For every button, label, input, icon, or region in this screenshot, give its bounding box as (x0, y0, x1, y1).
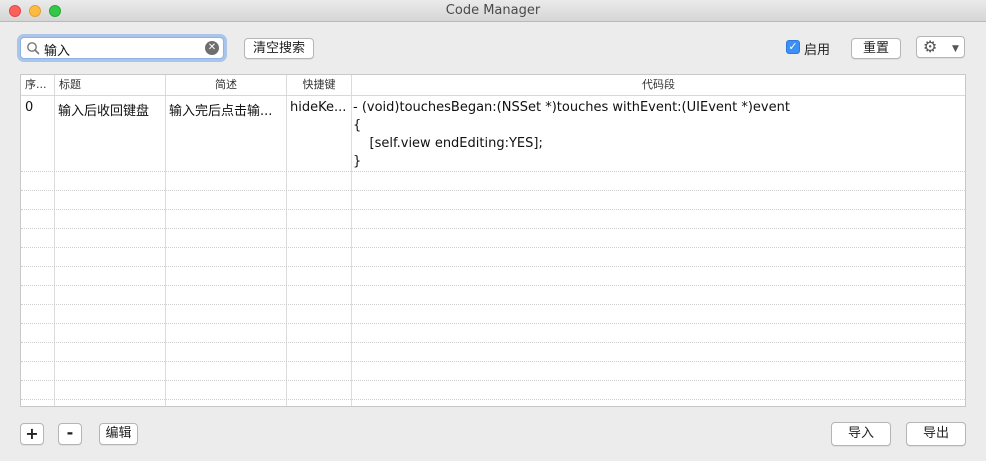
title-bar: Code Manager (0, 0, 986, 22)
chevron-down-icon: ▼ (952, 44, 959, 54)
edit-button[interactable]: 编辑 (99, 423, 138, 445)
row-separator (21, 342, 965, 343)
search-field[interactable]: 输入 ✕ (20, 37, 224, 59)
row-code-line: } (353, 154, 362, 169)
row-code-line: [self.view endEditing:YES]; (353, 136, 543, 151)
snippet-table[interactable]: 序... 标题 简述 快捷键 代码段 0 输入后收回键盘 输入完后点击输... … (20, 74, 966, 407)
row-separator (21, 304, 965, 305)
row-separator (21, 323, 965, 324)
column-divider (54, 96, 55, 406)
row-summary: 输入完后点击输... (169, 104, 273, 119)
row-separator (21, 380, 965, 381)
row-separator (21, 209, 965, 210)
import-button[interactable]: 导入 (831, 422, 891, 446)
row-title: 输入后收回键盘 (58, 104, 150, 119)
column-divider (286, 96, 287, 406)
clear-search-button[interactable]: 清空搜索 (244, 38, 314, 59)
export-button[interactable]: 导出 (906, 422, 966, 446)
settings-menu-button[interactable]: ⚙ ▼ (916, 36, 965, 58)
remove-button[interactable]: - (58, 423, 82, 445)
column-header-title[interactable]: 标题 (55, 75, 166, 95)
search-input[interactable]: 输入 (44, 40, 70, 59)
column-header-code[interactable]: 代码段 (352, 75, 965, 95)
row-index: 0 (25, 100, 34, 115)
column-divider (351, 96, 352, 406)
row-separator (21, 266, 965, 267)
column-header-summary[interactable]: 简述 (166, 75, 287, 95)
row-separator (21, 361, 965, 362)
row-code-line: - (void)touchesBegan:(NSSet *)touches wi… (353, 100, 790, 115)
column-header-shortcut[interactable]: 快捷键 (287, 75, 352, 95)
row-separator (21, 228, 965, 229)
enable-label: 启用 (804, 43, 831, 58)
clear-search-icon[interactable]: ✕ (205, 41, 219, 55)
column-header-index[interactable]: 序... (21, 75, 55, 95)
row-shortcut: hideKe... (290, 100, 347, 115)
row-separator (21, 190, 965, 191)
search-icon (27, 42, 40, 55)
code-manager-window: Code Manager 输入 ✕ 清空搜索 ✓ 启用 重置 ⚙ ▼ 序... … (0, 0, 986, 461)
reset-button[interactable]: 重置 (851, 38, 901, 59)
row-separator (21, 399, 965, 400)
table-header: 序... 标题 简述 快捷键 代码段 (21, 75, 965, 96)
row-separator (21, 285, 965, 286)
add-button[interactable]: + (20, 423, 44, 445)
row-separator (21, 247, 965, 248)
row-code-line: { (353, 118, 362, 133)
enable-checkbox[interactable]: ✓ (786, 40, 800, 54)
gear-icon: ⚙ (923, 37, 938, 56)
row-separator (21, 171, 965, 172)
column-divider (165, 96, 166, 406)
window-title: Code Manager (445, 3, 541, 18)
